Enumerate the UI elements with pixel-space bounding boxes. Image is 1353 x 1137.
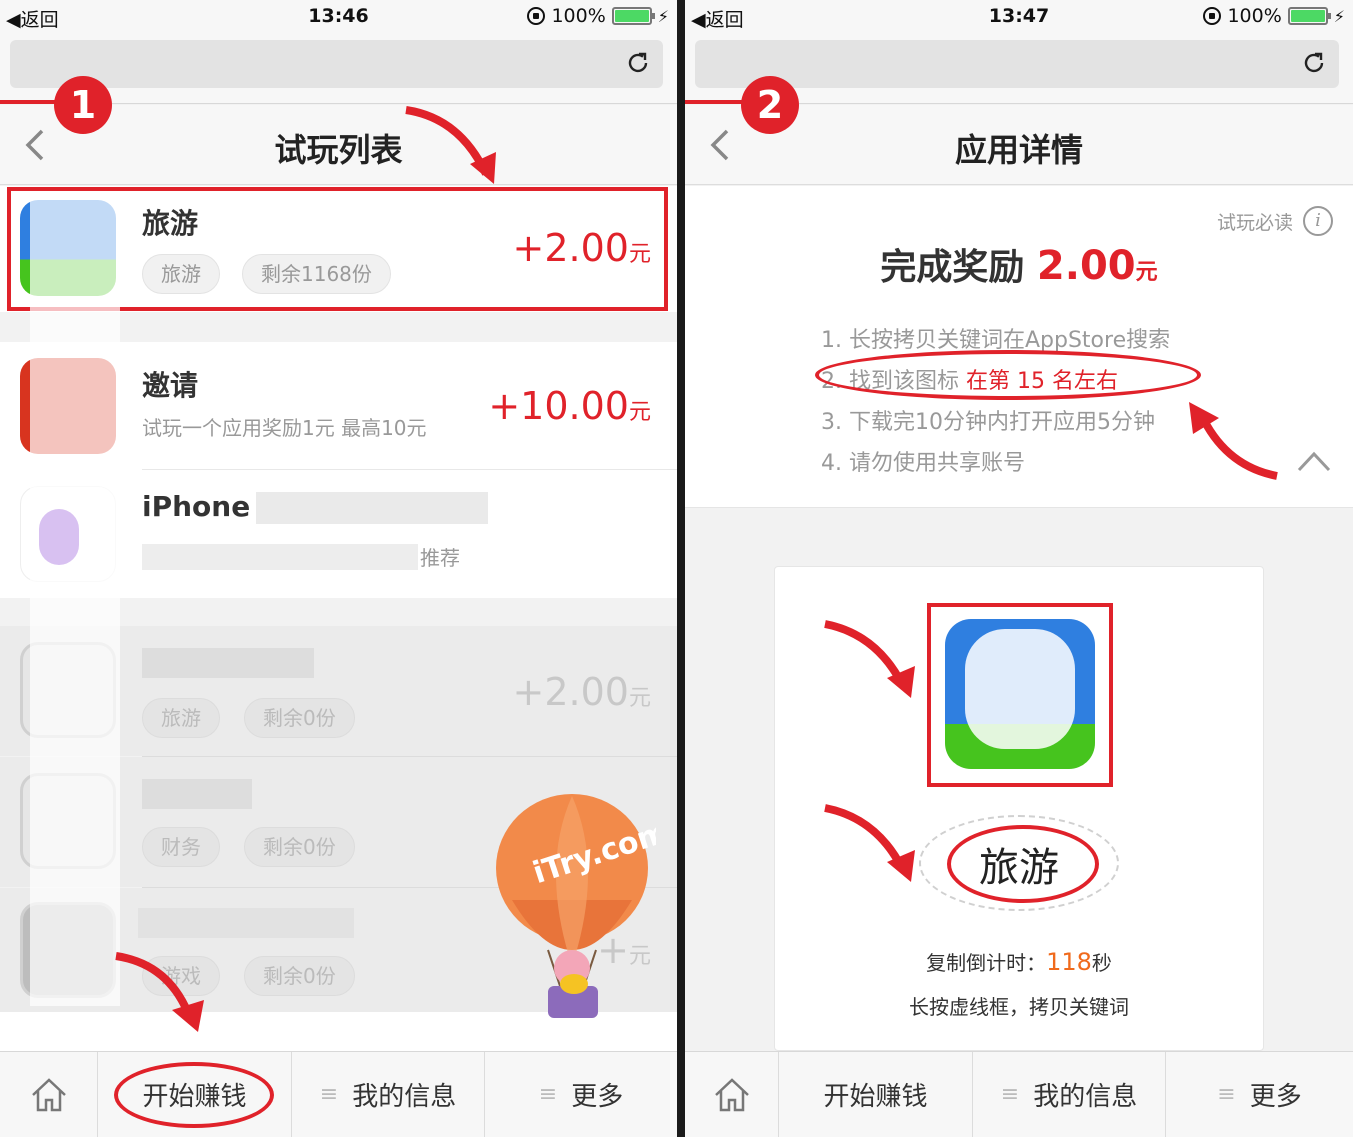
tab-start-earning[interactable]: 开始赚钱 — [98, 1052, 292, 1137]
travel-app-icon — [945, 619, 1095, 769]
tab-label: 更多 — [1249, 1082, 1302, 1112]
screen-trial-list: ◀返回 13:46 100% ⚡ 试玩列表 1 旅游 旅游 剩余1168份 +2… — [0, 0, 677, 1137]
menu-icon: ≡ — [1000, 1082, 1020, 1107]
charging-icon: ⚡ — [1333, 6, 1345, 26]
screen-app-detail: ◀返回 13:47 100% ⚡ 应用详情 2 试玩必读 i 完成奖励 2.00… — [685, 0, 1353, 1137]
tab-bar: 开始赚钱 ≡ 我的信息 ≡ 更多 — [0, 1051, 677, 1137]
tab-more[interactable]: ≡ 更多 — [485, 1052, 677, 1137]
reload-icon[interactable] — [625, 50, 651, 76]
step-badge: 1 — [54, 76, 112, 134]
home-icon — [714, 1077, 749, 1111]
item-name: iPhone — [142, 490, 251, 523]
tab-start-earning[interactable]: 开始赚钱 — [779, 1052, 973, 1137]
tab-home[interactable] — [685, 1052, 779, 1137]
category-tag: 旅游 — [142, 698, 220, 738]
arrow-icon — [405, 106, 496, 184]
item-subtitle: 推荐 — [420, 546, 460, 570]
menu-icon: ≡ — [1217, 1082, 1236, 1107]
countdown-line: 复制倒计时：118秒 — [926, 948, 1112, 976]
step-badge: 2 — [741, 76, 799, 134]
category-tag: 财务 — [142, 827, 220, 867]
rotation-lock-icon — [1203, 7, 1222, 25]
menu-icon: ≡ — [538, 1082, 558, 1107]
instruction-step: 3. 下载完10分钟内打开应用5分钟 — [821, 410, 1155, 435]
copy-hint: 长按虚线框，拷贝关键词 — [909, 995, 1129, 1019]
remaining-tag: 剩余0份 — [244, 698, 355, 738]
tab-more[interactable]: ≡ 更多 — [1166, 1052, 1353, 1137]
item-subtitle: 试玩一个应用奖励1元 最高10元 — [142, 416, 427, 440]
page-title: 试玩列表 — [274, 131, 403, 169]
charging-icon: ⚡ — [657, 6, 669, 26]
balloon-mascot-icon: iTry.com — [496, 794, 656, 1018]
arrow-icon — [824, 804, 915, 882]
bonus-heading: 完成奖励 2.00元 — [880, 243, 1158, 289]
tab-label: 开始赚钱 — [823, 1082, 928, 1112]
home-icon — [31, 1077, 66, 1111]
menu-icon: ≡ — [319, 1082, 339, 1107]
collapse-chevron-icon[interactable] — [1297, 450, 1331, 472]
must-read-link[interactable]: 试玩必读 i — [1217, 206, 1333, 236]
tab-label: 我的信息 — [352, 1082, 457, 1112]
remaining-tag: 剩余0份 — [244, 956, 355, 996]
info-icon: i — [1303, 206, 1333, 236]
reload-icon[interactable] — [1301, 50, 1327, 76]
remaining-tag: 剩余0份 — [244, 827, 355, 867]
arrow-icon — [824, 620, 915, 698]
battery-percent: 100% — [551, 5, 606, 27]
address-field[interactable] — [695, 40, 1339, 88]
reward-amount: +10.00元 — [488, 384, 651, 428]
tab-label: 我的信息 — [1033, 1082, 1138, 1112]
instruction-step: 4. 请勿使用共享账号 — [821, 451, 1025, 476]
battery-icon — [611, 7, 655, 25]
battery-icon — [1287, 7, 1331, 25]
rotation-lock-icon — [527, 7, 546, 25]
tab-bar: 开始赚钱 ≡ 我的信息 ≡ 更多 — [685, 1051, 1353, 1137]
tab-my-info[interactable]: ≡ 我的信息 — [292, 1052, 485, 1137]
page-title: 应用详情 — [954, 131, 1083, 169]
status-bar: ◀返回 13:46 100% ⚡ — [0, 0, 677, 34]
arrow-icon — [115, 952, 204, 1032]
address-field[interactable] — [10, 40, 663, 88]
keyword-text[interactable]: 旅游 — [919, 835, 1119, 893]
status-bar: ◀返回 13:47 100% ⚡ — [685, 0, 1353, 34]
tab-label: 更多 — [571, 1082, 624, 1112]
countdown-value: 118 — [1046, 948, 1092, 976]
battery-percent: 100% — [1227, 5, 1282, 27]
tab-home[interactable] — [0, 1052, 98, 1137]
arrow-icon — [1189, 402, 1278, 480]
reward-amount: +2.00元 — [512, 670, 651, 714]
instruction-list: 1. 长按拷贝关键词在AppStore搜索 2. 找到该图标 在第 15 名左右… — [821, 320, 1170, 484]
bonus-amount: 2.00 — [1036, 243, 1136, 289]
item-name: 邀请 — [142, 369, 199, 402]
tab-my-info[interactable]: ≡ 我的信息 — [973, 1052, 1166, 1137]
